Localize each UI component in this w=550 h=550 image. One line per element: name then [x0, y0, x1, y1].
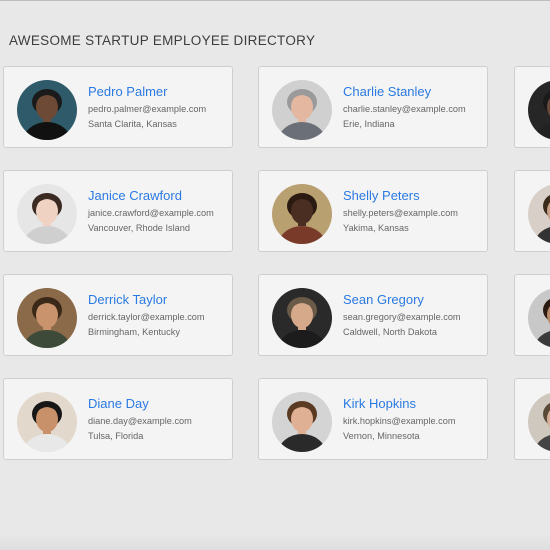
employee-info: Charlie Stanley charlie.stanley@example.c…: [343, 83, 466, 132]
employee-card-partial[interactable]: [514, 274, 550, 356]
employee-email: charlie.stanley@example.com: [343, 104, 466, 114]
employee-email: derrick.taylor@example.com: [88, 312, 205, 322]
avatar: [272, 392, 332, 452]
avatar: [528, 392, 550, 452]
employee-name: Janice Crawford: [88, 188, 182, 203]
employee-location: Tulsa, Florida: [88, 431, 144, 441]
employee-card[interactable]: Derrick Taylor derrick.taylor@example.com…: [3, 274, 233, 356]
employee-name: Pedro Palmer: [88, 84, 168, 99]
top-border: [0, 0, 550, 1]
employee-location: Santa Clarita, Kansas: [88, 119, 177, 129]
bottom-shadow: [0, 534, 550, 550]
employee-location: Vernon, Minnesota: [343, 431, 420, 441]
avatar: [17, 392, 77, 452]
employee-location: Erie, Indiana: [343, 119, 395, 129]
employee-info: Janice Crawford janice.crawford@example.c…: [88, 187, 214, 236]
employee-name: Diane Day: [88, 396, 149, 411]
employee-location: Vancouver, Rhode Island: [88, 223, 190, 233]
avatar: [17, 184, 77, 244]
employee-name: Shelly Peters: [343, 188, 420, 203]
avatar: [17, 80, 77, 140]
employee-info: Pedro Palmer pedro.palmer@example.com Sant…: [88, 83, 206, 132]
employee-email: kirk.hopkins@example.com: [343, 416, 456, 426]
avatar: [528, 80, 550, 140]
employee-email: janice.crawford@example.com: [88, 208, 214, 218]
employee-email: sean.gregory@example.com: [343, 312, 461, 322]
employee-info: Sean Gregory sean.gregory@example.com Cald…: [343, 291, 461, 340]
employee-email: diane.day@example.com: [88, 416, 192, 426]
employee-info: Kirk Hopkins kirk.hopkins@example.com Vern…: [343, 395, 455, 444]
page-title: AWESOME STARTUP EMPLOYEE DIRECTORY: [9, 33, 316, 48]
avatar: [272, 184, 332, 244]
employee-info: Diane Day diane.day@example.com Tulsa, Flo…: [88, 395, 192, 444]
employee-card[interactable]: Diane Day diane.day@example.com Tulsa, Flo…: [3, 378, 233, 460]
employee-card[interactable]: Pedro Palmer pedro.palmer@example.com Sant…: [3, 66, 233, 148]
employee-info: Derrick Taylor derrick.taylor@example.com…: [88, 291, 205, 340]
employee-info: Shelly Peters shelly.peters@example.com Ya…: [343, 187, 458, 236]
employee-name: Derrick Taylor: [88, 292, 168, 307]
employee-card[interactable]: Janice Crawford janice.crawford@example.c…: [3, 170, 233, 252]
employee-card[interactable]: Sean Gregory sean.gregory@example.com Cald…: [258, 274, 488, 356]
employee-card-partial[interactable]: [514, 378, 550, 460]
avatar: [528, 288, 550, 348]
employee-card-partial[interactable]: [514, 170, 550, 252]
employee-location: Birmingham, Kentucky: [88, 327, 180, 337]
avatar: [528, 184, 550, 244]
avatar: [272, 80, 332, 140]
avatar: [272, 288, 332, 348]
employee-email: shelly.peters@example.com: [343, 208, 458, 218]
employee-card[interactable]: Charlie Stanley charlie.stanley@example.c…: [258, 66, 488, 148]
employee-location: Caldwell, North Dakota: [343, 327, 437, 337]
employee-card[interactable]: Kirk Hopkins kirk.hopkins@example.com Vern…: [258, 378, 488, 460]
employee-name: Sean Gregory: [343, 292, 424, 307]
employee-name: Kirk Hopkins: [343, 396, 416, 411]
employee-name: Charlie Stanley: [343, 84, 432, 99]
employee-card[interactable]: Shelly Peters shelly.peters@example.com Ya…: [258, 170, 488, 252]
employee-location: Yakima, Kansas: [343, 223, 409, 233]
employee-card-partial[interactable]: [514, 66, 550, 148]
avatar: [17, 288, 77, 348]
employee-email: pedro.palmer@example.com: [88, 104, 207, 114]
